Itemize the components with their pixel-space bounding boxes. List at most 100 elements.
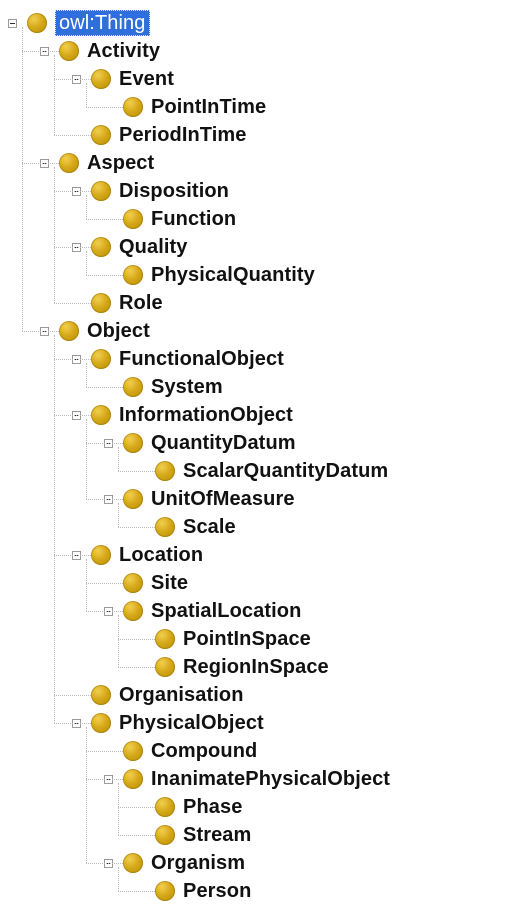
collapse-icon[interactable] (72, 243, 81, 252)
tree-node-label: Object (87, 320, 150, 342)
class-icon (155, 629, 175, 649)
tree-node-organisation[interactable]: Organisation (0, 681, 506, 709)
tree-node-function[interactable]: Function (0, 205, 506, 233)
class-icon (123, 741, 143, 761)
class-icon (91, 545, 111, 565)
tree-node-label: UnitOfMeasure (151, 488, 295, 510)
tree-node-label: InanimatePhysicalObject (151, 768, 391, 790)
collapse-icon[interactable] (40, 327, 49, 336)
tree-node-label: Function (151, 208, 237, 230)
tree-node-regioninspace[interactable]: RegionInSpace (0, 653, 506, 681)
tree-node-label: FunctionalObject (119, 348, 284, 370)
collapse-icon[interactable] (72, 187, 81, 196)
collapse-icon[interactable] (104, 775, 113, 784)
tree-node-event[interactable]: Event (0, 65, 506, 93)
tree-node-person[interactable]: Person (0, 877, 506, 905)
tree-node-label: SpatialLocation (151, 600, 302, 622)
class-icon (91, 125, 111, 145)
class-icon (155, 517, 175, 537)
tree-node-pointinspace[interactable]: PointInSpace (0, 625, 506, 653)
class-icon (155, 657, 175, 677)
tree-node-informationobject[interactable]: InformationObject (0, 401, 506, 429)
class-icon (91, 181, 111, 201)
tree-node-phase[interactable]: Phase (0, 793, 506, 821)
collapse-icon[interactable] (104, 495, 113, 504)
class-icon (59, 153, 79, 173)
tree-node-label: PhysicalQuantity (151, 264, 315, 286)
tree-node-label: Compound (151, 740, 258, 762)
class-icon (91, 237, 111, 257)
tree-node-label: Stream (183, 824, 252, 846)
collapse-icon[interactable] (72, 411, 81, 420)
tree-node-system[interactable]: System (0, 373, 506, 401)
tree-node-object[interactable]: Object (0, 317, 506, 345)
tree-node-unitofmeasure[interactable]: UnitOfMeasure (0, 485, 506, 513)
tree-node-label: PeriodInTime (119, 124, 247, 146)
tree-node-label: ScalarQuantityDatum (183, 460, 389, 482)
tree-node-label: PointInTime (151, 96, 267, 118)
tree-node-label: owl:Thing (55, 10, 150, 36)
class-icon (123, 377, 143, 397)
tree-node-label: Aspect (87, 152, 155, 174)
class-icon (91, 685, 111, 705)
class-icon (123, 573, 143, 593)
tree-node-functionalobject[interactable]: FunctionalObject (0, 345, 506, 373)
tree-node-owl-thing[interactable]: owl:Thing (0, 9, 506, 37)
tree-node-label: Location (119, 544, 204, 566)
tree-node-location[interactable]: Location (0, 541, 506, 569)
tree-node-label: PointInSpace (183, 628, 311, 650)
class-icon (123, 601, 143, 621)
collapse-icon[interactable] (8, 19, 17, 28)
tree-node-label: Role (119, 292, 163, 314)
collapse-icon[interactable] (72, 551, 81, 560)
class-icon (155, 461, 175, 481)
collapse-icon[interactable] (104, 439, 113, 448)
tree-node-quantitydatum[interactable]: QuantityDatum (0, 429, 506, 457)
class-icon (91, 293, 111, 313)
tree-node-role[interactable]: Role (0, 289, 506, 317)
collapse-icon[interactable] (72, 355, 81, 364)
tree-node-activity[interactable]: Activity (0, 37, 506, 65)
tree-node-pointintime[interactable]: PointInTime (0, 93, 506, 121)
class-icon (123, 433, 143, 453)
tree-node-aspect[interactable]: Aspect (0, 149, 506, 177)
class-icon (91, 713, 111, 733)
tree-node-label: Disposition (119, 180, 229, 202)
tree-node-site[interactable]: Site (0, 569, 506, 597)
tree-node-label: Scale (183, 516, 236, 538)
tree-node-scalarquantitydatum[interactable]: ScalarQuantityDatum (0, 457, 506, 485)
tree-node-physicalobject[interactable]: PhysicalObject (0, 709, 506, 737)
tree-node-physicalquantity[interactable]: PhysicalQuantity (0, 261, 506, 289)
tree-node-label: Phase (183, 796, 243, 818)
tree-node-label: System (151, 376, 223, 398)
tree-node-periodintime[interactable]: PeriodInTime (0, 121, 506, 149)
tree-node-spatiallocation[interactable]: SpatialLocation (0, 597, 506, 625)
class-icon (123, 769, 143, 789)
tree-node-quality[interactable]: Quality (0, 233, 506, 261)
collapse-icon[interactable] (104, 607, 113, 616)
class-icon (59, 321, 79, 341)
tree-node-label: Organism (151, 852, 246, 874)
collapse-icon[interactable] (40, 47, 49, 56)
tree-node-organism[interactable]: Organism (0, 849, 506, 877)
tree-node-inanimatephysicalobject[interactable]: InanimatePhysicalObject (0, 765, 506, 793)
tree-node-label: Activity (87, 40, 161, 62)
tree-node-disposition[interactable]: Disposition (0, 177, 506, 205)
tree-node-stream[interactable]: Stream (0, 821, 506, 849)
class-icon (91, 69, 111, 89)
collapse-icon[interactable] (72, 75, 81, 84)
collapse-icon[interactable] (40, 159, 49, 168)
class-icon (123, 209, 143, 229)
collapse-icon[interactable] (104, 859, 113, 868)
tree-node-scale[interactable]: Scale (0, 513, 506, 541)
collapse-icon[interactable] (72, 719, 81, 728)
ontology-class-tree: owl:Thing Activity Event PointInTime PeriodI… (0, 0, 506, 902)
tree-node-label: QuantityDatum (151, 432, 296, 454)
tree-node-label: Organisation (119, 684, 244, 706)
class-icon (91, 405, 111, 425)
class-icon (155, 881, 175, 901)
class-icon (91, 349, 111, 369)
class-icon (27, 13, 47, 33)
tree-node-compound[interactable]: Compound (0, 737, 506, 765)
tree-node-label: Site (151, 572, 189, 594)
